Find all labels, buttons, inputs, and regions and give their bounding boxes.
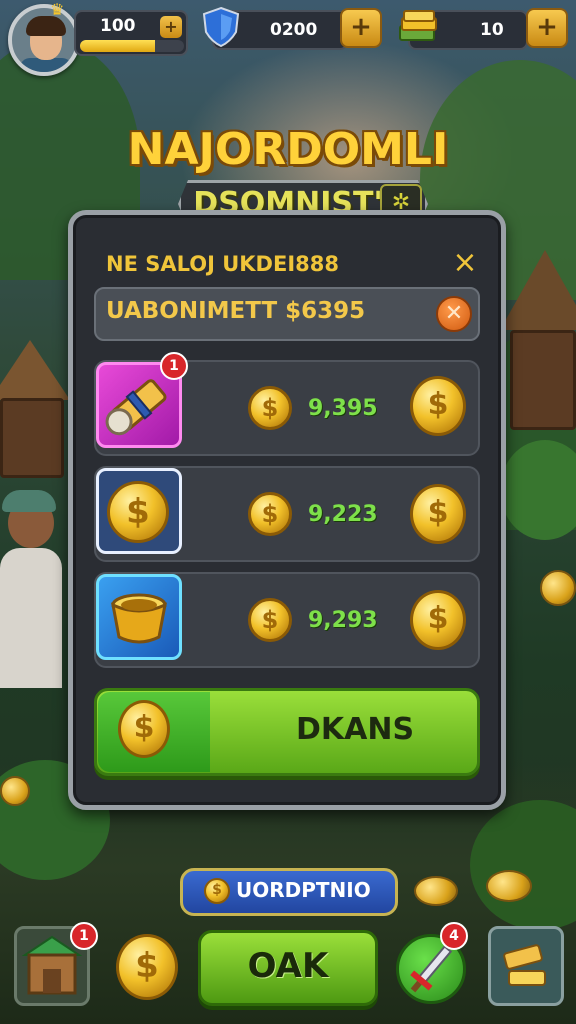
dollar-coin-icon: $ — [118, 700, 170, 758]
ground-coin — [486, 870, 532, 902]
info-pill-text: UORDPTNIO — [236, 878, 371, 902]
xp-plus-button[interactable]: + — [160, 16, 182, 38]
dollar-coin-icon: $ — [248, 598, 292, 642]
ground-coin — [540, 570, 576, 606]
item-slot[interactable]: $ — [96, 468, 182, 554]
xp-progress-bar — [80, 40, 184, 52]
search-bar-text: UABONIMETT $6395 — [106, 298, 366, 324]
shop-badge: 1 — [70, 922, 98, 950]
buy-button-label: DKANS — [296, 712, 415, 747]
shield-gem-icon — [202, 6, 240, 48]
hut — [510, 330, 576, 430]
ground-coin — [0, 776, 30, 806]
dollar-coin-icon: $ — [204, 878, 230, 904]
coin-nav-button[interactable]: $ — [116, 934, 178, 1000]
ground-coin — [414, 876, 458, 906]
dialog-header: NE SALOJ UKDEI888 — [106, 252, 339, 276]
sword-badge: 4 — [440, 922, 468, 950]
dollar-coin-icon: $ — [248, 492, 292, 536]
xp-value: 100 — [100, 16, 136, 36]
hut-roof — [0, 340, 70, 400]
dollar-coin-icon: $ — [107, 481, 169, 543]
hut — [0, 398, 64, 478]
buy-coin-button[interactable]: $ — [410, 590, 466, 650]
buy-coin-button[interactable]: $ — [410, 376, 466, 436]
game-title: NAJORDOMLI — [127, 124, 449, 175]
top-hud: ♛ 100 + 0200 + 10 + — [0, 0, 576, 80]
crown-icon: ♛ — [50, 0, 65, 19]
item-price: 9,293 — [308, 608, 378, 633]
dollar-coin-icon: $ — [248, 386, 292, 430]
cards-icon — [503, 944, 546, 986]
cards-nav-button[interactable] — [488, 926, 564, 1006]
item-price: 9,395 — [308, 396, 378, 421]
item-price: 9,223 — [308, 502, 378, 527]
item-slot[interactable] — [96, 574, 182, 660]
cash-stack-icon — [399, 10, 437, 41]
close-icon[interactable]: × — [450, 248, 480, 278]
gems-plus-button[interactable]: + — [340, 8, 382, 48]
villager-figure — [0, 490, 68, 690]
oak-button-label: OAK — [247, 946, 329, 986]
cash-plus-button[interactable]: + — [526, 8, 568, 48]
player-avatar[interactable] — [8, 4, 80, 76]
buy-coin-button[interactable]: $ — [410, 484, 466, 544]
xp-progress-fill — [80, 40, 155, 52]
item-badge: 1 — [160, 352, 188, 380]
gold-pot-icon — [110, 593, 168, 644]
gems-value: 0200 — [270, 20, 318, 40]
cash-value: 10 — [480, 20, 504, 40]
xp-panel: 100 + — [74, 10, 188, 56]
clear-icon[interactable]: ✕ — [436, 296, 472, 332]
